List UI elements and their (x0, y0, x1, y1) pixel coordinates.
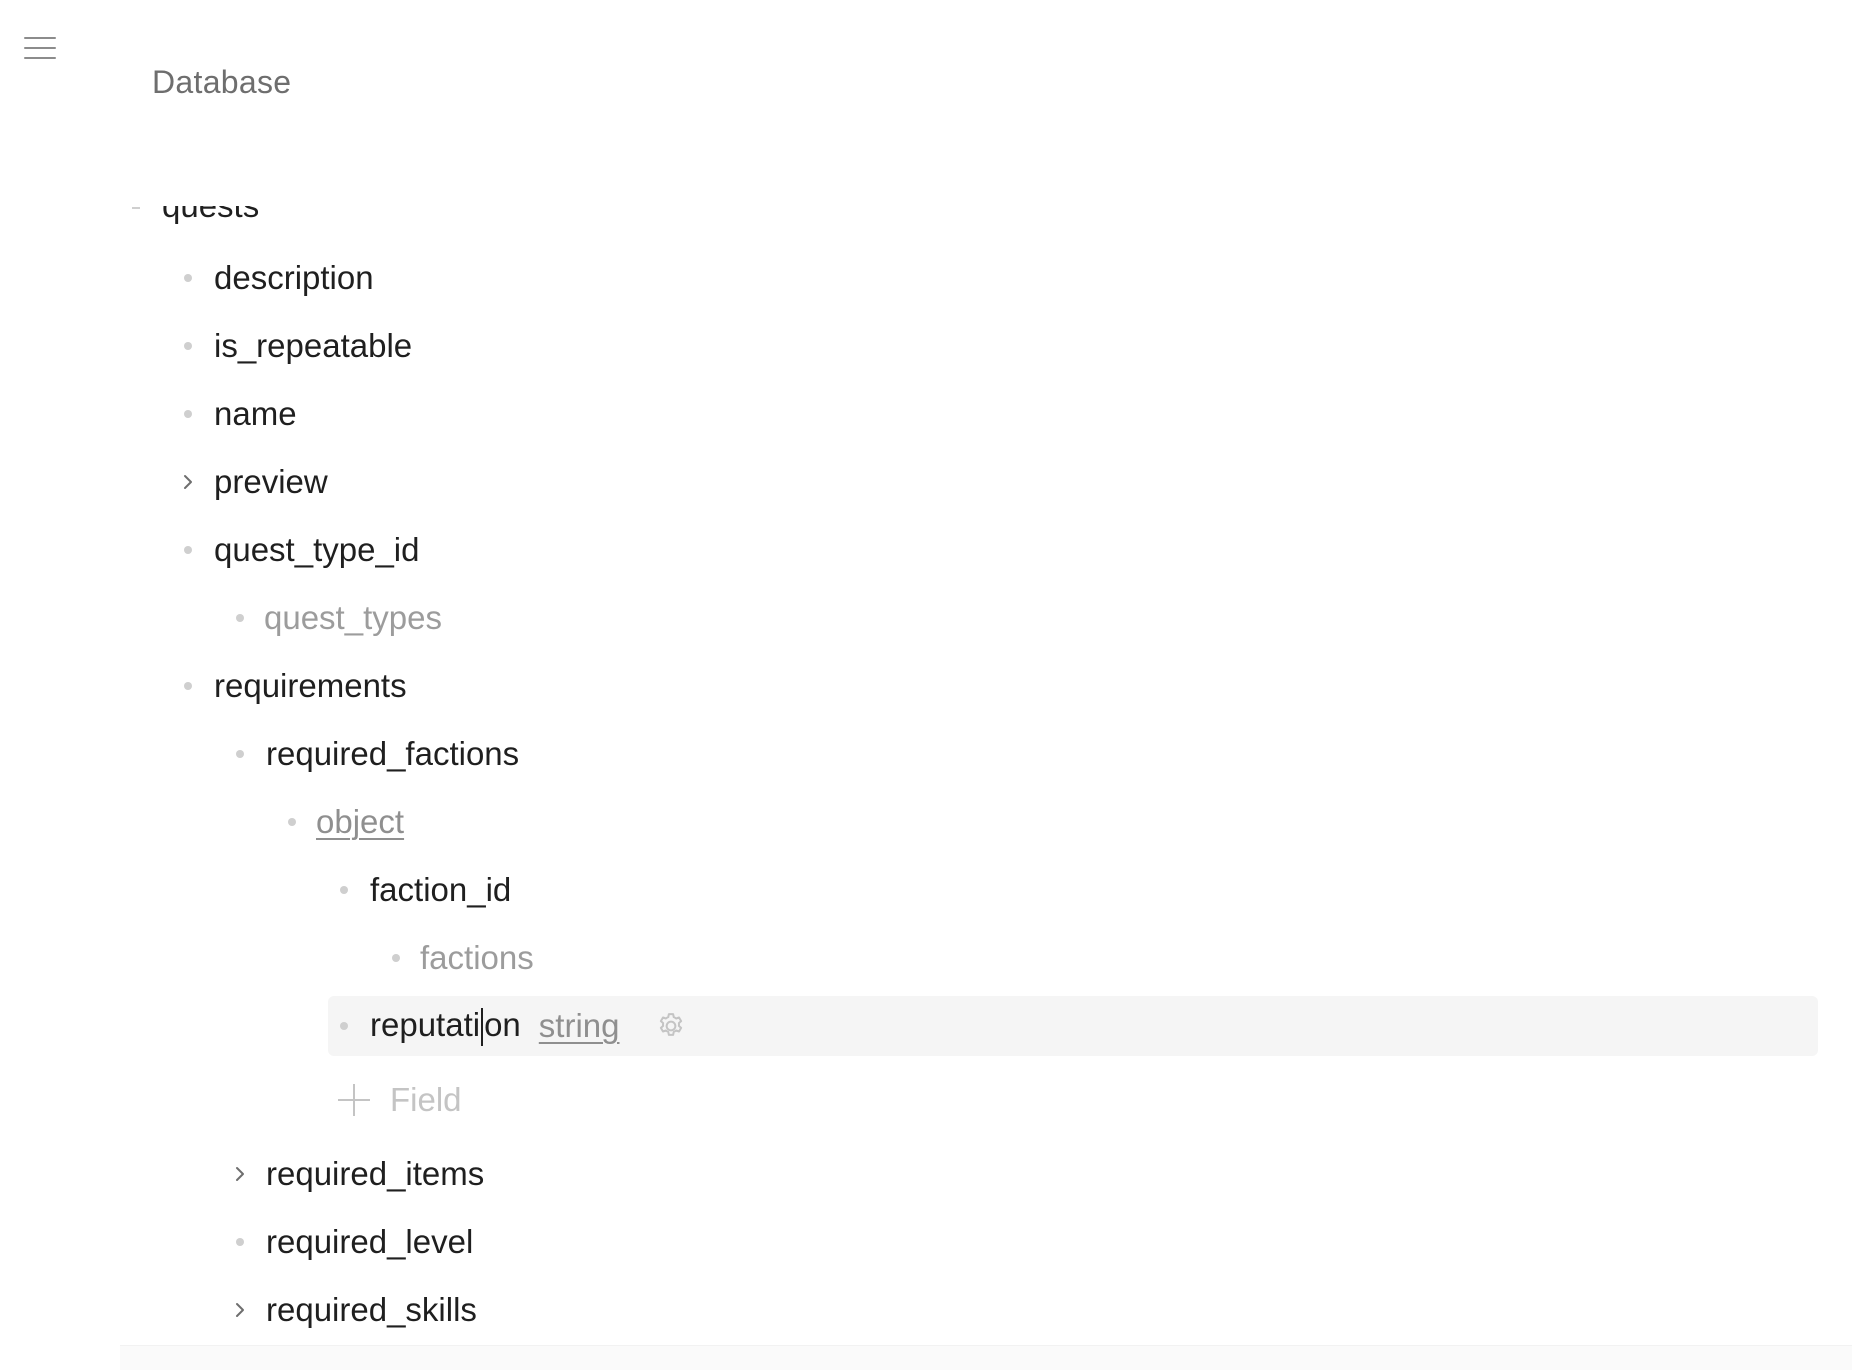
field-name-text-after-caret: on (484, 1005, 521, 1043)
gear-icon[interactable] (656, 1011, 686, 1041)
tree-item-is-repeatable[interactable]: is_repeatable (184, 316, 412, 376)
tree-item-preview[interactable]: preview (181, 452, 328, 512)
tree-item-label: factions (420, 939, 534, 976)
tree-bullet (184, 342, 192, 350)
tree-item-label: is_repeatable (214, 327, 413, 364)
tree-bullet (184, 274, 192, 282)
tree-item-quest-types[interactable]: quest_types (236, 588, 442, 648)
tree-item-label: requirements (214, 667, 407, 704)
tree-item-label: quest_type_id (214, 531, 420, 568)
schema-tree: quests description is_repeatable name pr… (0, 0, 1852, 1370)
tree-item-label: name (214, 395, 297, 432)
chevron-right-icon[interactable] (233, 1167, 247, 1181)
tree-item-name[interactable]: name (184, 384, 297, 444)
tree-item-label: required_skills (266, 1291, 477, 1328)
tree-item-required-items[interactable]: required_items (233, 1144, 484, 1204)
tree-item-factions[interactable]: factions (392, 928, 534, 988)
tree-item-faction-id[interactable]: faction_id (340, 860, 511, 920)
add-field-label: Field (390, 1081, 462, 1118)
tree-item-quests[interactable]: quests (162, 206, 259, 226)
tree-bullet (392, 954, 400, 962)
tree-item-reputation[interactable]: reputati on string (340, 996, 686, 1056)
app-window: Database quests description is_repeatabl… (0, 0, 1852, 1370)
tree-item-label: description (214, 259, 374, 296)
tree-item-label: required_factions (266, 735, 520, 772)
tree-item-description[interactable]: description (184, 248, 374, 308)
add-field-button[interactable]: Field (338, 1070, 462, 1130)
bottom-edge (120, 1345, 1852, 1370)
tree-bullet (340, 886, 348, 894)
tree-bullet (236, 1238, 244, 1246)
chevron-right-icon[interactable] (233, 1303, 247, 1317)
tree-item-object[interactable]: object (288, 792, 404, 852)
tree-bullet (236, 750, 244, 758)
tree-bullet (184, 682, 192, 690)
tree-item-label: quest_types (264, 599, 442, 636)
tree-item-required-factions[interactable]: required_factions (236, 724, 519, 784)
tree-item-label: faction_id (370, 871, 512, 908)
tree-item-label: preview (214, 463, 328, 500)
tree-item-type-link[interactable]: object (316, 803, 404, 841)
field-name-text-before-caret: reputati (370, 1005, 481, 1043)
field-name-input[interactable]: reputati on (370, 1005, 521, 1047)
tree-bullet (184, 410, 192, 418)
tree-item-label: required_level (266, 1223, 474, 1260)
text-caret (481, 1008, 484, 1047)
tree-item-requirements[interactable]: requirements (184, 656, 407, 716)
tree-item-required-skills[interactable]: required_skills (233, 1280, 477, 1340)
chevron-right-icon[interactable] (181, 475, 195, 489)
field-type-link[interactable]: string (539, 1007, 620, 1045)
tree-bullet (184, 546, 192, 554)
tree-item-label: required_items (266, 1155, 485, 1192)
tree-bullet (236, 614, 244, 622)
tree-item-quest-type-id[interactable]: quest_type_id (184, 520, 420, 580)
tree-bullet (288, 818, 296, 826)
tree-item-required-level[interactable]: required_level (236, 1212, 473, 1272)
plus-icon (338, 1084, 370, 1116)
tree-bullet (132, 207, 140, 209)
tree-bullet (340, 1022, 348, 1030)
